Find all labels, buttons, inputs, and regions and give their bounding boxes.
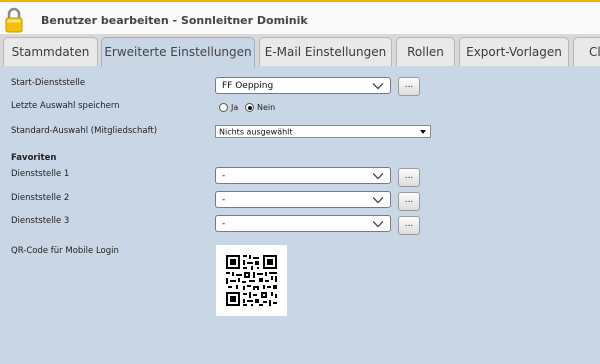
start-dienststelle-browse-button[interactable]: ... bbox=[398, 77, 420, 96]
tab-bar: Stammdaten Erweiterte Einstellungen E-Ma… bbox=[0, 34, 600, 67]
dienststelle-3-label: Dienststelle 3 bbox=[11, 216, 70, 226]
dienststelle-1-label: Dienststelle 1 bbox=[11, 169, 70, 179]
title-bar: Benutzer bearbeiten - Sonnleitner Domini… bbox=[0, 2, 600, 34]
dienststelle-2-browse-button[interactable]: ... bbox=[398, 192, 420, 211]
standard-auswahl-label: Standard-Auswahl (Mitgliedschaft) bbox=[11, 126, 158, 136]
radio-ja[interactable] bbox=[219, 103, 228, 112]
radio-nein-label: Nein bbox=[257, 103, 276, 112]
tab-export-vorlagen[interactable]: Export-Vorlagen bbox=[459, 37, 569, 66]
dienststelle-3-value: - bbox=[222, 218, 226, 229]
dienststelle-3-browse-button[interactable]: ... bbox=[398, 216, 420, 235]
qr-code-image bbox=[226, 255, 277, 306]
tab-rollen[interactable]: Rollen bbox=[396, 37, 455, 66]
dienststelle-1-value: - bbox=[222, 170, 226, 181]
chevron-down-icon bbox=[372, 82, 384, 89]
start-dienststelle-select[interactable]: FF Oepping bbox=[215, 77, 391, 94]
radio-ja-label: Ja bbox=[231, 103, 239, 112]
start-dienststelle-label: Start-Dienststelle bbox=[11, 78, 86, 88]
qr-code bbox=[216, 245, 287, 316]
tab-cl[interactable]: Cl bbox=[573, 37, 600, 66]
chevron-down-icon bbox=[372, 196, 384, 203]
letzte-auswahl-label: Letzte Auswahl speichern bbox=[11, 101, 120, 111]
page-title: Benutzer bearbeiten - Sonnleitner Domini… bbox=[41, 14, 308, 27]
dienststelle-2-value: - bbox=[222, 194, 226, 205]
chevron-down-icon bbox=[372, 220, 384, 227]
start-dienststelle-value: FF Oepping bbox=[222, 80, 274, 91]
tab-erweiterte-einstellungen[interactable]: Erweiterte Einstellungen bbox=[101, 37, 255, 67]
dienststelle-3-select[interactable]: - bbox=[215, 215, 391, 232]
chevron-down-icon bbox=[372, 172, 384, 179]
qr-code-label: QR-Code für Mobile Login bbox=[11, 246, 119, 256]
favoriten-heading: Favoriten bbox=[11, 153, 57, 163]
dienststelle-1-browse-button[interactable]: ... bbox=[398, 168, 420, 187]
lock-icon bbox=[5, 7, 23, 33]
tab-stammdaten[interactable]: Stammdaten bbox=[3, 37, 98, 66]
tab-email-einstellungen[interactable]: E-Mail Einstellungen bbox=[259, 37, 392, 66]
dienststelle-1-select[interactable]: - bbox=[215, 167, 391, 184]
standard-auswahl-value: Nichts ausgewählt bbox=[219, 127, 293, 136]
dienststelle-2-select[interactable]: - bbox=[215, 191, 391, 208]
radio-nein[interactable] bbox=[245, 103, 254, 112]
dienststelle-2-label: Dienststelle 2 bbox=[11, 193, 70, 203]
dropdown-arrow-icon bbox=[420, 129, 426, 134]
standard-auswahl-select[interactable]: Nichts ausgewählt bbox=[215, 125, 431, 138]
